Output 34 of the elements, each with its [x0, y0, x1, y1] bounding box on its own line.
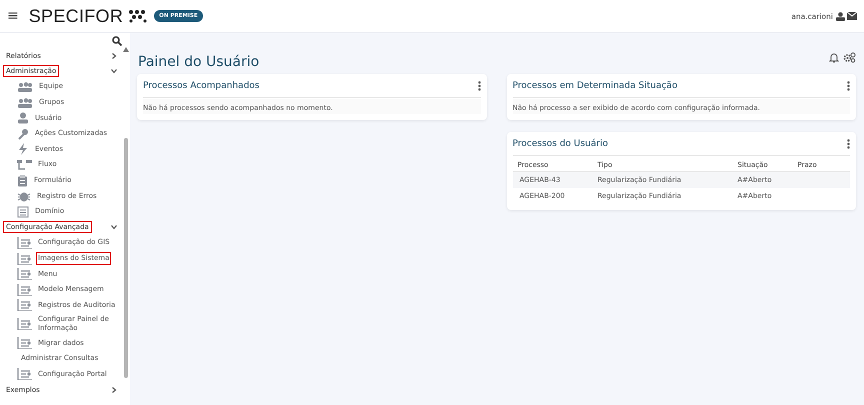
bell-icon: [829, 52, 839, 63]
chart-config-icon: [17, 337, 32, 350]
chart-config-icon: [17, 252, 32, 265]
chart-config-icon: [17, 236, 32, 249]
scrollbar-thumb[interactable]: [124, 138, 128, 378]
search-icon: [112, 36, 122, 46]
panel-title: Processos em Determinada Situação: [512, 80, 678, 90]
chart-config-icon: [17, 318, 32, 330]
chart-config-icon: [17, 368, 32, 380]
dots-logo-icon: [128, 9, 148, 23]
flow-icon: [17, 158, 32, 171]
scroll-up-icon: [123, 47, 129, 52]
user-icon: [17, 112, 29, 124]
gears-icon: [843, 52, 856, 63]
panel-title: Processos do Usuário: [512, 138, 608, 148]
mail-icon: [847, 12, 857, 20]
more-options-icon: [847, 80, 850, 90]
chart-config-icon: [17, 284, 32, 296]
more-options-icon: [478, 80, 480, 90]
chart-config-icon: [17, 299, 32, 312]
bug-icon: [17, 190, 31, 202]
page-title: Painel do Usuário: [138, 53, 260, 70]
more-options-icon: [847, 138, 850, 148]
menu-button[interactable]: ≡: [7, 8, 19, 24]
list-icon: [17, 206, 29, 218]
logo-text: SPECIFOR: [28, 6, 124, 26]
panel-title: Processos Acompanhados: [143, 80, 260, 90]
people-icon: [17, 80, 33, 93]
bolt-icon: [17, 143, 29, 156]
user-icon: [836, 12, 845, 20]
people-icon: [17, 96, 33, 109]
chart-config-icon: [17, 268, 32, 280]
wrench-icon: [17, 128, 29, 140]
clipboard-icon: [17, 174, 28, 187]
